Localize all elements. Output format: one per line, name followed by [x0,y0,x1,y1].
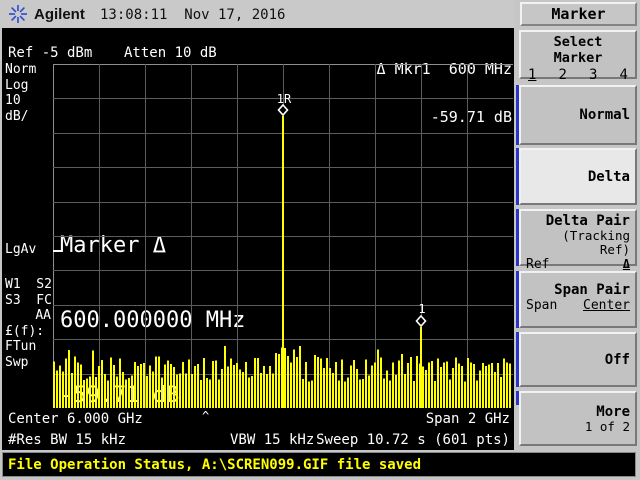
off-button[interactable]: Off [519,332,637,387]
mode-label-aa: AA [5,308,51,324]
sweep-label: Sweep 10.72 s (601 pts) [316,432,510,448]
delta-pair-delta-label: Δ [623,257,630,272]
trace-caret: ^ [202,410,209,422]
normal-button-label: Normal [579,107,630,123]
menu-title: Marker [520,2,637,26]
off-button-label: Off [605,352,630,368]
marker-label-1r: 1R [277,93,291,105]
span-pair-center-label: Center [583,298,630,313]
softkey-menu: Marker Select Marker 1 2 3 4 Normal Delt… [514,0,640,452]
select-marker-options: 1 2 3 4 [526,66,630,83]
more-button[interactable]: More 1 of 2 [519,391,637,446]
delta-pair-label: Delta Pair [526,213,630,229]
scale-label-norm: Norm [5,62,51,78]
select-marker-button[interactable]: Select Marker 1 2 3 4 [519,30,637,79]
marker-option-1[interactable]: 1 [528,67,536,83]
select-marker-label: Select Marker [526,34,630,66]
delta-pair-button[interactable]: Delta Pair (Tracking Ref) Ref Δ [519,209,637,266]
marker-option-4[interactable]: 4 [620,67,628,83]
delta-pair-sublabel: (Tracking Ref) [526,229,630,257]
marker-option-3[interactable]: 3 [589,67,597,83]
delta-button[interactable]: Delta [519,148,637,205]
rbw-label: #Res BW 15 kHz [8,432,126,448]
mode-label-ftun: FTun [5,339,51,355]
mode-label-w1s2: W1 S2 [5,277,51,293]
delta-button-label: Delta [588,169,630,185]
more-page-label: 1 of 2 [585,420,630,434]
atten-label: Atten 10 dB [124,45,217,61]
span-label: Span 2 GHz [426,411,510,427]
crt-display: Ref -5 dBm Atten 10 dB Δ Mkr1 600 MHz -5… [2,28,514,450]
scale-label-db: dB/ [5,109,51,125]
graticule: 1R 1 [53,64,513,408]
mode-annotations: W1 S2 S3 FC AA £(f): FTun Swp [5,277,51,370]
scale-label-log: Log [5,78,51,94]
ref-level-label: Ref -5 dBm [8,45,92,61]
scale-labels: Norm Log 10 dB/ [5,62,51,124]
span-pair-label: Span Pair [526,282,630,298]
marker-option-2[interactable]: 2 [559,67,567,83]
mode-label-swp: Swp [5,355,51,371]
more-button-label: More [596,404,630,420]
span-pair-button[interactable]: Span Pair Span Center [519,271,637,328]
delta-pair-ref-label: Ref [526,257,549,272]
brand-label: Agilent [34,6,85,23]
status-bar: File Operation Status, A:\SCREN099.GIF f… [2,452,636,477]
agilent-logo-icon [8,4,28,24]
average-label: LgAv [5,242,51,258]
mode-label-s3fc: S3 FC [5,293,51,309]
center-freq-label: Center 6.000 GHz [8,411,143,427]
vbw-label: VBW 15 kHz [230,432,314,448]
mode-label-ff: £(f): [5,324,51,340]
normal-button[interactable]: Normal [519,85,637,145]
span-pair-span-label: Span [526,298,557,313]
status-message: File Operation Status, A:\SCREN099.GIF f… [8,457,421,473]
datetime-label: 13:08:11 Nov 17, 2016 [100,7,285,23]
marker-label-1: 1 [418,303,425,315]
scale-label-10: 10 [5,93,51,109]
spectrum-trace-plot [53,64,513,408]
